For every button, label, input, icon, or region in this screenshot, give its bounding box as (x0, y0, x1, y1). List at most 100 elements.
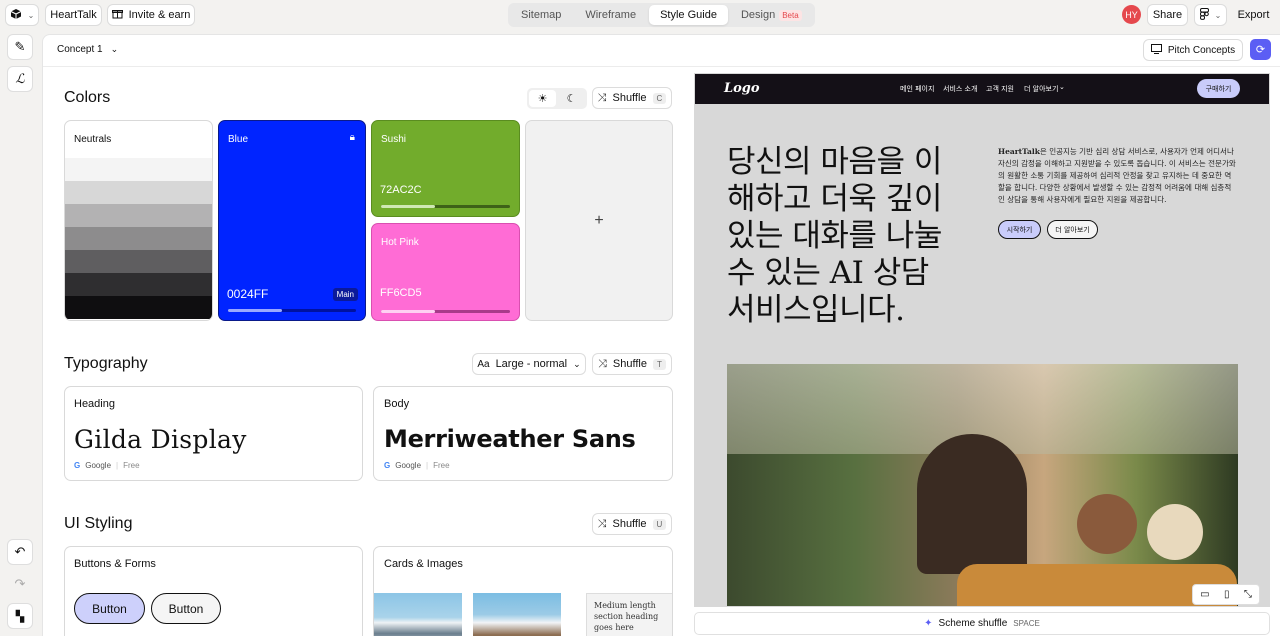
invite-button[interactable]: Invite & earn (107, 4, 195, 26)
type-size-select[interactable]: Aa Large - normal ⌄ (472, 353, 586, 375)
headline-line: 서비스입니다. (727, 292, 905, 328)
swatch-hex: 0024FF (227, 287, 269, 301)
preview-start-button[interactable]: 시작하기 (998, 220, 1041, 239)
button-label: 시작하기 (1006, 225, 1033, 234)
neutral-shade[interactable] (65, 250, 212, 273)
desktop-icon[interactable]: ▭ (1200, 589, 1209, 600)
concept-select[interactable]: Concept 1 ⌄ (57, 44, 118, 55)
swatch-name: Hot Pink (381, 237, 419, 248)
neutral-shade[interactable] (65, 204, 212, 227)
swatch-neutrals[interactable]: Neutrals (64, 120, 213, 321)
swatch-name: Blue (228, 134, 249, 145)
undo-button[interactable]: ↶ (7, 539, 33, 565)
font-role-label: Body (384, 398, 410, 410)
tint-bar[interactable] (228, 309, 356, 312)
tab-style-guide[interactable]: Style Guide (649, 5, 728, 25)
scheme-shuffle-label: Scheme shuffle (938, 618, 1008, 629)
cards-images-card: Cards & Images Medium length section hea… (373, 546, 673, 636)
magic-wand-button[interactable]: ✎ (7, 34, 33, 60)
font-name: Merriweather Sans (384, 425, 636, 453)
invite-label: Invite & earn (128, 9, 191, 21)
swatch-hot-pink[interactable]: Hot Pink FF6CD5 (371, 223, 520, 321)
heading-font-card[interactable]: Heading Gilda Display G Google | Free (64, 386, 363, 481)
ui-shuffle-button[interactable]: ⤨ Shuffle U (592, 513, 672, 535)
chevron-down-icon: ⌄ (573, 358, 581, 369)
tab-label: Wireframe (585, 9, 637, 21)
neutral-shade[interactable] (65, 227, 212, 250)
pitch-concepts-button[interactable]: Pitch Concepts (1143, 39, 1243, 61)
preview-description: HeartTalk은 인공지능 기반 심리 상담 서비스로, 사용자가 언제 어… (998, 146, 1238, 206)
neutral-shade[interactable] (65, 181, 212, 204)
expand-icon[interactable]: ⤡ (1244, 589, 1252, 600)
card-label: Buttons & Forms (74, 558, 156, 570)
preview-nav-item[interactable]: 메인 페이지 (900, 84, 934, 94)
add-color-button[interactable]: + (525, 120, 673, 321)
swatch-name: Sushi (381, 134, 407, 145)
dark-mode-button[interactable]: ☾ (558, 90, 585, 107)
shortcut-key: T (652, 358, 666, 370)
redo-button[interactable]: ↷ (7, 571, 33, 597)
light-mode-button[interactable]: ☀ (529, 90, 556, 107)
preview-nav-item[interactable]: 서비스 소개 (943, 84, 977, 94)
pitch-label: Pitch Concepts (1167, 44, 1236, 56)
preview-more-button[interactable]: 더 알아보기 (1047, 220, 1098, 239)
cube-logo-icon (10, 8, 22, 23)
colors-shuffle-button[interactable]: ⤨ Shuffle C (592, 87, 672, 109)
primary-button-sample[interactable]: Button (74, 593, 145, 624)
top-bar: ⌄ HeartTalk Invite & earn Sitemap Wirefr… (0, 0, 1280, 30)
project-name: HeartTalk (50, 9, 97, 21)
headline-line: 있는 대화를 나눌 (727, 218, 942, 254)
font-icon: ℒ (15, 71, 25, 87)
mobile-icon[interactable]: ▯ (1224, 589, 1230, 600)
view-tabs: Sitemap Wireframe Style Guide Design Beta (508, 3, 815, 27)
card-text: Medium length section heading goes here (594, 601, 659, 632)
type-size-label: Large - normal (495, 358, 568, 370)
tint-bar[interactable] (381, 310, 510, 313)
font-source: G Google | Free (384, 461, 450, 470)
share-label: Share (1152, 9, 1183, 21)
tab-sitemap[interactable]: Sitemap (510, 5, 572, 25)
export-button[interactable]: Export (1233, 4, 1274, 26)
preview-nav-item[interactable]: 고객 지원 (986, 84, 1014, 94)
tab-design[interactable]: Design Beta (730, 5, 813, 25)
tab-label: Style Guide (660, 9, 717, 21)
presentation-icon (1150, 43, 1162, 57)
code-menu-button[interactable]: ⌄ (1194, 4, 1227, 26)
tint-bar[interactable] (381, 205, 510, 208)
body-font-card[interactable]: Body Merriweather Sans G Google | Free (373, 386, 673, 481)
lock-icon[interactable]: 🔒︎ (350, 132, 355, 143)
tab-label: Design (740, 9, 776, 21)
main-panel: Concept 1 ⌄ Pitch Concepts ⟳ Colors ☀ ☾ … (42, 34, 1280, 636)
typography-shuffle-button[interactable]: ⤨ Shuffle T (592, 353, 672, 375)
swatch-blue[interactable]: Blue 🔒︎ 0024FF Main (218, 120, 366, 321)
preview-brand: HeartTalk (998, 147, 1040, 156)
card-label: Cards & Images (384, 558, 463, 570)
refresh-button[interactable]: ⟳ (1250, 39, 1271, 60)
avatar[interactable]: HY (1122, 5, 1141, 24)
preview-nav: Logo 메인 페이지 서비스 소개 고객 지원 더 알아보기 ⌄ 구매하기 (695, 74, 1269, 104)
sun-icon: ☀ (537, 93, 548, 105)
project-name-button[interactable]: HeartTalk (45, 4, 102, 26)
scheme-shuffle-button[interactable]: ✦ Scheme shuffle SPACE (694, 612, 1270, 635)
shuffle-label: Shuffle (612, 518, 647, 530)
theme-toggle: ☀ ☾ (527, 88, 587, 109)
font-button[interactable]: ℒ (7, 66, 33, 92)
preview-nav-item[interactable]: 더 알아보기 (1024, 84, 1058, 94)
preview-cta-button[interactable]: 구매하기 (1197, 79, 1240, 98)
theme-button[interactable]: ▚ (7, 603, 33, 629)
device-toggle: ▭ ▯ ⤡ (1192, 584, 1260, 605)
plus-icon: + (594, 211, 604, 229)
neutral-shade[interactable] (65, 158, 212, 181)
swatch-sushi[interactable]: Sushi 72AC2C (371, 120, 520, 217)
tab-wireframe[interactable]: Wireframe (574, 5, 647, 25)
font-name: Gilda Display (74, 425, 247, 454)
neutral-shade[interactable] (65, 273, 212, 296)
neutral-shade[interactable] (65, 296, 212, 319)
secondary-button-sample[interactable]: Button (151, 593, 221, 624)
app-menu-button[interactable]: ⌄ (5, 4, 39, 26)
chevron-down-icon: ⌄ (110, 44, 119, 54)
google-icon: G (74, 461, 81, 470)
button-label: Button (168, 601, 204, 616)
buttons-forms-card: Buttons & Forms Button Button (64, 546, 363, 636)
share-button[interactable]: Share (1147, 4, 1188, 26)
